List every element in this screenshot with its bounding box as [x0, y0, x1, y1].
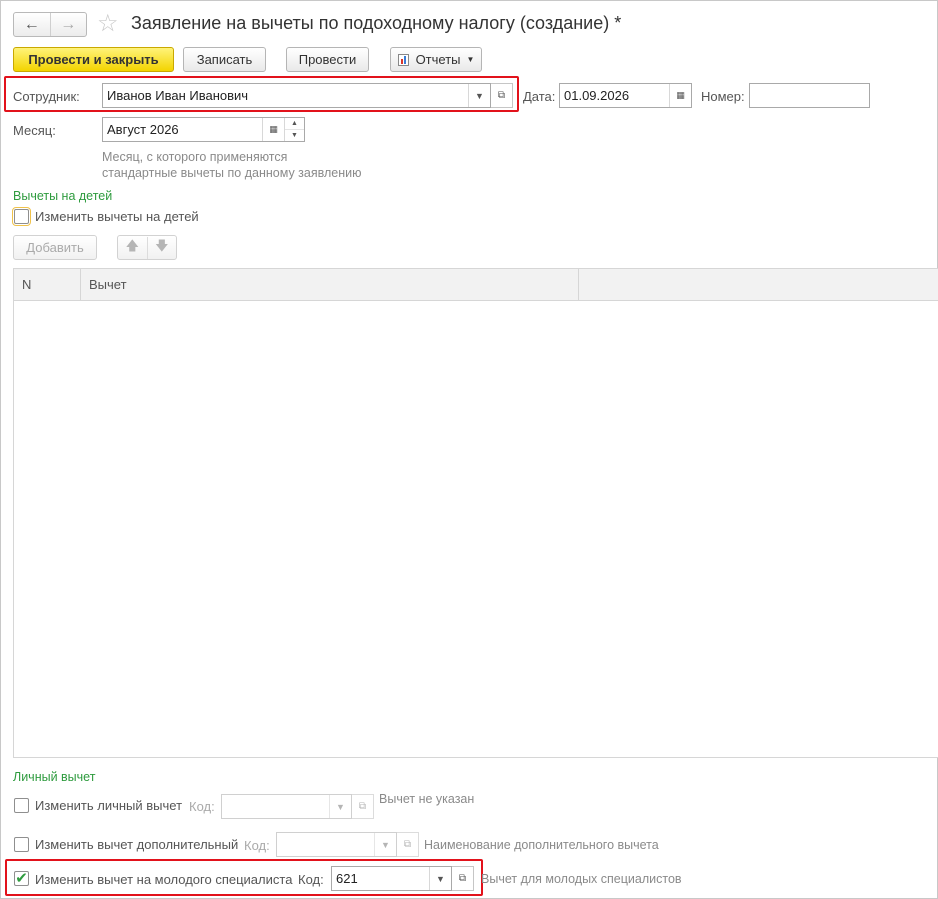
open-employee-icon[interactable]: ⧉ — [491, 83, 513, 108]
employee-value: Иванов Иван Иванович — [107, 88, 249, 103]
open-additional-icon[interactable]: ⧉ — [397, 832, 419, 857]
report-icon — [397, 53, 409, 66]
children-section-title: Вычеты на детей — [13, 189, 113, 203]
chevron-down-icon[interactable]: ▼ — [329, 795, 351, 818]
column-header-deduction[interactable]: Вычет — [81, 269, 579, 300]
children-table[interactable]: N Вычет — [13, 268, 938, 758]
date-field[interactable]: 01.09.2026 ▦ — [559, 83, 692, 108]
reports-label: Отчеты — [415, 52, 461, 67]
table-header: N Вычет — [14, 269, 938, 301]
personal-code-label: Код: — [189, 799, 215, 814]
young-code-field[interactable]: 621 ▼ — [331, 866, 452, 891]
personal-section-title: Личный вычет — [13, 770, 96, 784]
month-stepper[interactable]: ▲ ▼ — [284, 118, 304, 141]
column-header-n[interactable]: N — [14, 269, 81, 300]
calendar-icon[interactable]: ▦ — [262, 118, 284, 141]
change-children-checkbox[interactable] — [12, 207, 31, 226]
post-button[interactable]: Провести — [286, 47, 369, 72]
add-button[interactable]: Добавить — [13, 235, 97, 260]
number-field[interactable] — [749, 83, 870, 108]
number-label: Номер: — [701, 89, 745, 104]
document-form: ← → ☆ Заявление на вычеты по подоходному… — [0, 0, 938, 899]
young-code-label: Код: — [298, 872, 324, 887]
chevron-down-icon: ▼ — [466, 55, 475, 64]
calendar-icon[interactable]: ▦ — [669, 84, 691, 107]
column-header-empty — [579, 269, 938, 300]
chevron-down-icon[interactable]: ▼ — [374, 833, 396, 856]
chevron-down-icon[interactable]: ▼ — [285, 130, 304, 141]
additional-desc: Наименование дополнительного вычета — [424, 838, 659, 852]
change-personal-label: Изменить личный вычет — [35, 798, 183, 813]
chevron-down-icon[interactable]: ▼ — [429, 867, 451, 890]
change-personal-checkbox[interactable] — [14, 798, 29, 813]
nav-buttons: ← → — [13, 12, 87, 37]
change-additional-label: Изменить вычет дополнительный — [35, 837, 239, 852]
arrow-left-icon[interactable]: ← — [14, 13, 50, 36]
checkmark-icon: ✔ — [15, 870, 28, 887]
reports-button[interactable]: Отчеты ▼ — [390, 47, 482, 72]
month-hint-line-2: стандартные вычеты по данному заявлению — [102, 166, 362, 180]
change-young-label: Изменить вычет на молодого специалиста — [35, 872, 293, 887]
star-icon[interactable]: ☆ — [97, 11, 119, 37]
open-personal-icon[interactable]: ⧉ — [352, 794, 374, 819]
young-desc: Вычет для молодых специалистов — [481, 872, 682, 886]
young-code-value: 621 — [336, 871, 358, 886]
month-field[interactable]: Август 2026 ▦ ▲ ▼ — [102, 117, 305, 142]
chevron-up-icon[interactable]: ▲ — [285, 118, 304, 130]
arrow-up-icon[interactable]: 🡅 — [118, 237, 147, 259]
chevron-down-icon[interactable]: ▼ — [468, 84, 490, 107]
additional-code-field[interactable]: ▼ — [276, 832, 397, 857]
employee-field[interactable]: Иванов Иван Иванович ▼ — [102, 83, 491, 108]
personal-desc: Вычет не указан — [379, 792, 475, 806]
page-title: Заявление на вычеты по подоходному налог… — [131, 13, 622, 33]
save-button[interactable]: Записать — [183, 47, 266, 72]
employee-label: Сотрудник: — [13, 89, 80, 104]
month-label: Месяц: — [13, 123, 56, 138]
additional-code-label: Код: — [244, 838, 270, 853]
change-young-checkbox[interactable]: ✔ — [14, 871, 29, 886]
change-additional-checkbox[interactable] — [14, 837, 29, 852]
date-value: 01.09.2026 — [564, 88, 630, 103]
change-children-label: Изменить вычеты на детей — [35, 209, 199, 224]
move-buttons: 🡅 🡇 — [117, 235, 177, 260]
arrow-down-icon[interactable]: 🡇 — [146, 236, 177, 259]
month-value: Август 2026 — [107, 122, 179, 137]
date-label: Дата: — [523, 89, 556, 104]
month-hint-line-1: Месяц, с которого применяются — [102, 150, 288, 164]
arrow-right-icon[interactable]: → — [49, 13, 87, 36]
open-young-icon[interactable]: ⧉ — [452, 866, 474, 891]
personal-code-field[interactable]: ▼ — [221, 794, 352, 819]
post-and-close-button[interactable]: Провести и закрыть — [13, 47, 174, 72]
month-hint: Месяц, с которого применяются стандартны… — [102, 149, 361, 181]
